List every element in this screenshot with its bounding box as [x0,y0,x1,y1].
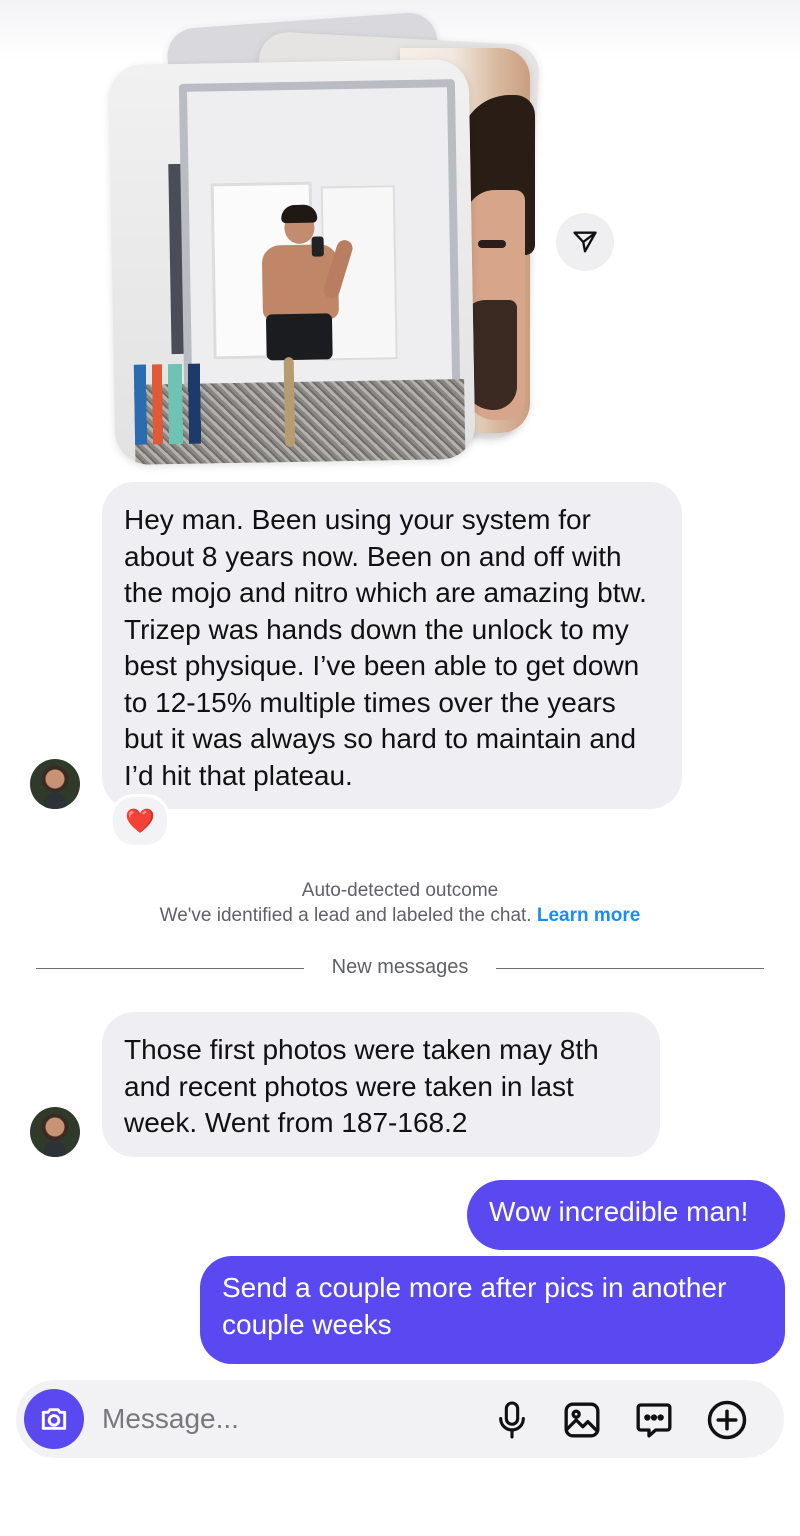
message-input[interactable] [102,1380,482,1458]
photo-detail [311,236,324,257]
avatar[interactable] [30,759,80,809]
incoming-message-bubble[interactable]: Hey man. Been using your system for abou… [102,482,682,809]
photo-detail [478,240,506,248]
heart-icon: ❤️ [125,807,155,835]
message-options-icon [636,1403,672,1438]
heart-reaction[interactable]: ❤️ [110,794,170,848]
message-text: Those first photos were taken may 8th an… [124,1034,599,1138]
photo-detail [265,313,333,361]
message-text: Wow incredible man! [489,1196,749,1227]
microphone-icon [499,1401,525,1439]
send-icon [573,231,597,253]
message-text: Send a couple more after pics in another… [222,1272,727,1340]
photo-card-mirror-selfie[interactable] [108,58,476,466]
outgoing-message-bubble[interactable]: Send a couple more after pics in another… [200,1256,785,1364]
camera-button[interactable] [24,1389,84,1449]
photo-detail [283,356,296,448]
plus-circle-icon [707,1400,747,1440]
notice-body: We've identified a lead and labeled the … [159,905,532,926]
photo-detail [281,204,318,224]
message-options-button[interactable] [632,1398,676,1442]
incoming-message-bubble[interactable]: Those first photos were taken may 8th an… [102,1012,660,1157]
outgoing-message-bubble[interactable]: Wow incredible man! [467,1180,785,1250]
auto-detected-notice: Auto-detected outcome We've identified a… [0,878,800,928]
microphone-button[interactable] [490,1398,534,1442]
new-messages-divider: New messages [0,956,800,979]
avatar[interactable] [30,1107,80,1157]
message-composer [16,1380,784,1458]
add-button[interactable] [705,1398,749,1442]
gallery-button[interactable] [560,1398,604,1442]
photo-detail [133,363,216,445]
image-icon [564,1402,600,1438]
divider-label: New messages [313,956,487,978]
share-button[interactable] [556,213,614,271]
photo-stack[interactable] [0,0,800,480]
message-text: Hey man. Been using your system for abou… [124,504,647,791]
camera-icon [41,1408,67,1430]
learn-more-link[interactable]: Learn more [537,905,640,926]
notice-title: Auto-detected outcome [301,880,499,901]
